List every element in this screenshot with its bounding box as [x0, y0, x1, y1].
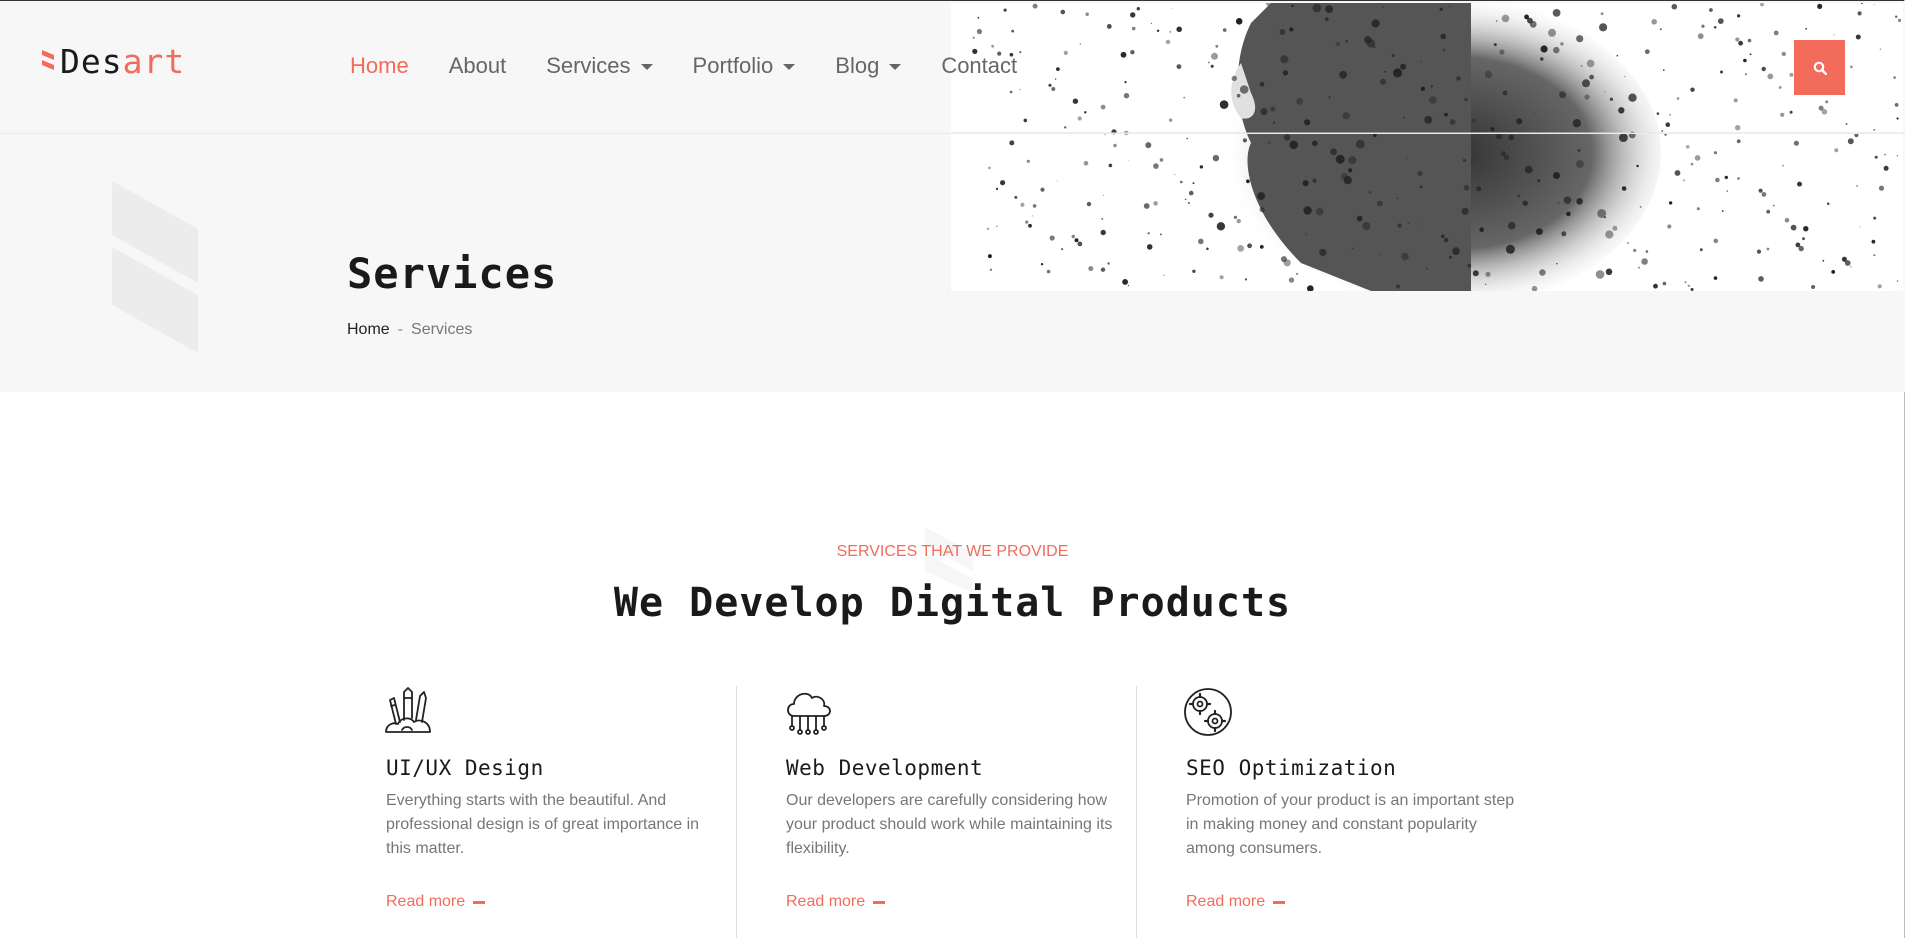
nav-blog[interactable]: Blog: [835, 53, 902, 79]
service-description: Our developers are carefully considering…: [786, 792, 1113, 857]
nav-about-label: About: [448, 53, 507, 78]
read-more-label: Read more: [1186, 893, 1266, 910]
service-description: Promotion of your product is an importan…: [1186, 792, 1515, 857]
column-divider: [736, 686, 737, 938]
gears-globe-icon: [1184, 688, 1232, 736]
header-divider: [0, 133, 1905, 134]
page-title: Services: [347, 249, 558, 298]
read-more-link[interactable]: Read more: [1186, 893, 1286, 911]
breadcrumb-separator: -: [397, 321, 404, 338]
nav-services[interactable]: Services: [546, 53, 653, 79]
brand-name: Desart: [60, 45, 185, 78]
nav-about[interactable]: About: [449, 53, 507, 79]
nav-contact-label: Contact: [941, 53, 1018, 78]
nav-services-label: Services: [546, 53, 631, 78]
nav-portfolio[interactable]: Portfolio: [693, 53, 796, 79]
section-title: We Develop Digital Products: [613, 580, 1292, 626]
page-header: Desart Home About Services Portfolio Blo…: [0, 1, 1905, 392]
column-divider: [1136, 686, 1137, 938]
search-icon: [1813, 61, 1827, 75]
dash-icon: [873, 900, 886, 904]
breadcrumb-home[interactable]: Home: [347, 321, 390, 339]
dash-icon: [1273, 900, 1286, 904]
breadcrumb-current: Services: [411, 321, 473, 338]
read-more-link[interactable]: Read more: [386, 893, 486, 911]
main-nav: Home About Services Portfolio Blog Conta…: [350, 53, 1057, 79]
service-card-uiux: UI/UX Design Everything starts with the …: [382, 686, 782, 938]
nav-blog-label: Blog: [835, 53, 880, 78]
hero-image: [951, 3, 1903, 291]
service-title: SEO Optimization: [1186, 756, 1397, 780]
brand-name-part1: Des: [60, 42, 123, 81]
section-eyebrow: SERVICES THAT WE PROVIDE: [836, 543, 1069, 560]
chevron-down-icon: [889, 64, 902, 70]
dash-icon: [473, 900, 486, 904]
brand-name-part2: art: [122, 42, 186, 81]
cloud-network-icon: [787, 692, 831, 735]
brand-logo[interactable]: Desart: [42, 45, 185, 78]
nav-contact[interactable]: Contact: [941, 53, 1017, 79]
read-more-label: Read more: [386, 893, 466, 910]
chevron-down-icon: [640, 64, 653, 70]
service-title: UI/UX Design: [386, 756, 544, 780]
read-more-link[interactable]: Read more: [786, 893, 886, 911]
nav-portfolio-label: Portfolio: [692, 53, 774, 78]
service-card-web-dev: Web Development Our developers are caref…: [782, 686, 1182, 938]
service-title: Web Development: [786, 756, 984, 780]
design-tools-icon: [385, 687, 431, 733]
service-description: Everything starts with the beautiful. An…: [386, 792, 700, 857]
logo-mark-icon: [42, 49, 54, 70]
search-button[interactable]: [1794, 40, 1845, 95]
chevron-down-icon: [783, 64, 796, 70]
service-card-seo: SEO Optimization Promotion of your produ…: [1182, 686, 1582, 938]
breadcrumb: Home - Services: [347, 321, 472, 339]
nav-home-label: Home: [350, 53, 409, 78]
nav-home[interactable]: Home: [350, 53, 409, 79]
read-more-label: Read more: [786, 893, 866, 910]
decorative-brand-mark: [112, 181, 198, 353]
